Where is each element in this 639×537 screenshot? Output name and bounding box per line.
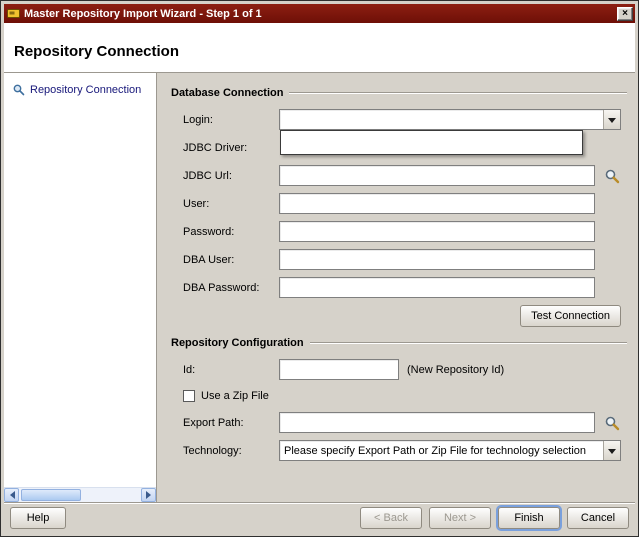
section-database-connection: Database Connection	[171, 87, 627, 99]
dba-password-label: DBA Password:	[183, 282, 279, 294]
login-combobox[interactable]	[279, 109, 621, 130]
wizard-step-sidebar: Repository Connection	[4, 73, 157, 502]
sidebar-item-repository-connection[interactable]: Repository Connection	[4, 73, 156, 102]
window-icon	[7, 8, 20, 19]
use-zip-file-checkbox[interactable]	[183, 390, 195, 402]
scroll-right-icon[interactable]	[141, 488, 156, 502]
main-panel: Database Connection Login:	[157, 73, 635, 502]
dba-password-row: DBA Password:	[183, 277, 627, 298]
dba-user-row: DBA User:	[183, 249, 627, 270]
scroll-left-icon[interactable]	[4, 488, 19, 502]
wizard-header: Repository Connection	[4, 23, 635, 73]
chevron-down-icon[interactable]	[603, 110, 620, 129]
user-label: User:	[183, 198, 279, 210]
jdbc-driver-label: JDBC Driver:	[183, 142, 279, 154]
login-dropdown-list[interactable]	[280, 130, 583, 155]
footer-bar: Help < Back Next > Finish Cancel	[4, 502, 635, 533]
test-connection-row: Test Connection	[183, 305, 621, 327]
login-label: Login:	[183, 114, 279, 126]
login-row: Login:	[183, 109, 627, 130]
jdbc-url-row: JDBC Url:	[183, 165, 627, 186]
technology-label: Technology:	[183, 445, 279, 457]
scrollbar-thumb[interactable]	[21, 489, 81, 501]
sidebar-item-label: Repository Connection	[30, 84, 141, 96]
user-row: User:	[183, 193, 627, 214]
help-button[interactable]: Help	[10, 507, 66, 529]
id-label: Id:	[183, 364, 279, 376]
repository-connection-icon	[12, 83, 25, 96]
repository-id-input[interactable]	[279, 359, 399, 380]
close-icon[interactable]: ×	[617, 7, 633, 21]
sidebar-horizontal-scrollbar[interactable]	[4, 487, 156, 502]
id-row: Id: (New Repository Id)	[183, 359, 627, 380]
test-connection-button[interactable]: Test Connection	[520, 305, 621, 327]
export-path-label: Export Path:	[183, 417, 279, 429]
window-title: Master Repository Import Wizard - Step 1…	[24, 8, 613, 20]
section-divider	[310, 342, 627, 344]
section-title: Repository Configuration	[171, 337, 304, 349]
export-path-input[interactable]	[279, 412, 595, 433]
jdbc-url-label: JDBC Url:	[183, 170, 279, 182]
zip-file-row: Use a Zip File	[183, 387, 627, 405]
new-repository-id-hint: (New Repository Id)	[407, 364, 504, 376]
next-button: Next >	[429, 507, 491, 529]
password-label: Password:	[183, 226, 279, 238]
page-title: Repository Connection	[14, 43, 179, 60]
section-divider	[289, 92, 627, 94]
finish-button[interactable]: Finish	[498, 507, 560, 529]
wizard-window: Master Repository Import Wizard - Step 1…	[0, 0, 639, 537]
chevron-down-icon[interactable]	[603, 441, 620, 460]
technology-row: Technology: Please specify Export Path o…	[183, 440, 627, 461]
cancel-button[interactable]: Cancel	[567, 507, 629, 529]
technology-combobox[interactable]: Please specify Export Path or Zip File f…	[279, 440, 621, 461]
use-zip-file-label: Use a Zip File	[201, 390, 269, 402]
dba-password-input[interactable]	[279, 277, 595, 298]
section-repository-configuration: Repository Configuration	[171, 337, 627, 349]
user-input[interactable]	[279, 193, 595, 214]
section-title: Database Connection	[171, 87, 283, 99]
title-bar[interactable]: Master Repository Import Wizard - Step 1…	[4, 4, 635, 23]
technology-value: Please specify Export Path or Zip File f…	[280, 445, 603, 457]
jdbc-url-input[interactable]	[279, 165, 595, 186]
export-path-row: Export Path:	[183, 412, 627, 433]
dba-user-input[interactable]	[279, 249, 595, 270]
search-icon[interactable]	[603, 414, 621, 432]
dba-user-label: DBA User:	[183, 254, 279, 266]
password-row: Password:	[183, 221, 627, 242]
password-input[interactable]	[279, 221, 595, 242]
back-button: < Back	[360, 507, 422, 529]
search-icon[interactable]	[603, 167, 621, 185]
